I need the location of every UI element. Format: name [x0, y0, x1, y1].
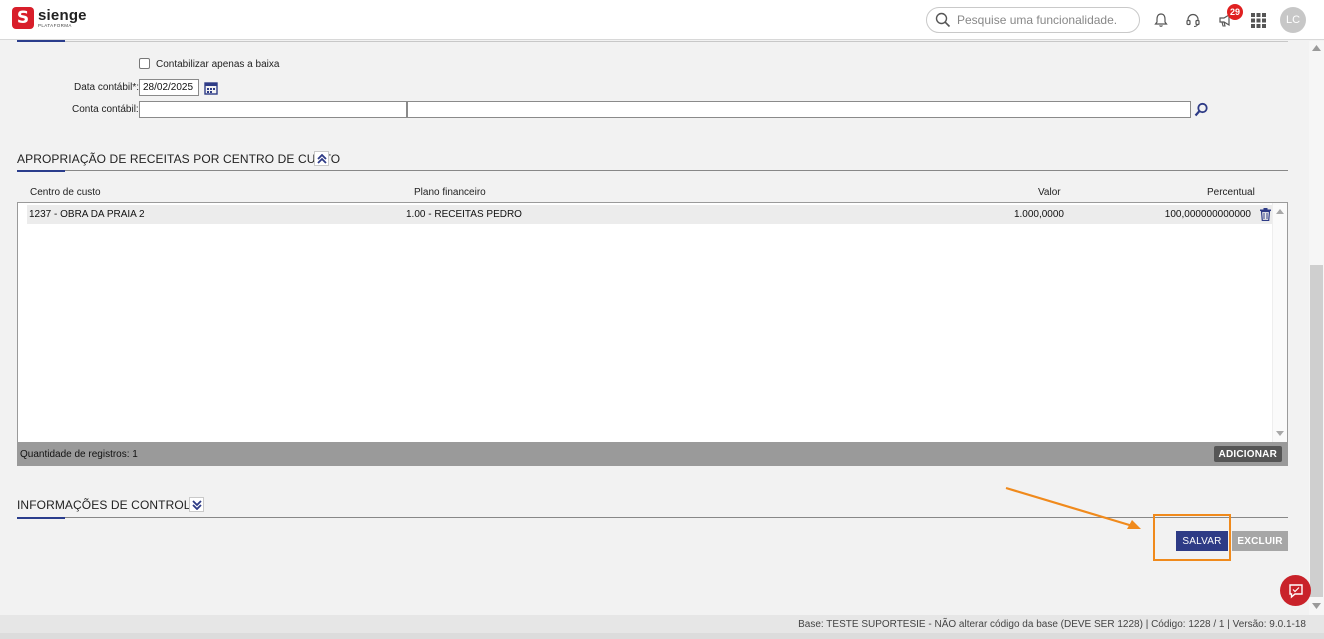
cell-centro-custo: 1237 - OBRA DA PRAIA 2: [29, 209, 145, 220]
logo-subtitle: PLATAFORMA: [38, 22, 72, 28]
record-count: Quantidade de registros: 1: [20, 449, 138, 460]
notification-badge: 29: [1227, 4, 1243, 20]
collapse-up-icon[interactable]: [314, 151, 329, 166]
base-info-text: Base: TESTE SUPORTESIE - NÃO alterar cód…: [798, 619, 1306, 630]
page-scrollbar[interactable]: [1309, 41, 1324, 615]
search-icon: [935, 12, 951, 28]
calendar-icon[interactable]: [203, 80, 218, 95]
adicionar-button[interactable]: ADICIONAR: [1213, 446, 1282, 462]
top-bar: S sienge PLATAFORMA 29 LC: [0, 0, 1324, 40]
grid-scroll-up-icon[interactable]: [1276, 209, 1284, 214]
apropriacao-section-title: APROPRIAÇÃO DE RECEITAS POR CENTRO DE CU…: [17, 152, 341, 166]
conta-contabil-description-input[interactable]: [407, 101, 1191, 118]
data-contabil-label: Data contábil*:: [74, 82, 140, 93]
column-header-plano-financeiro[interactable]: Plano financeiro: [414, 187, 486, 198]
data-contabil-input[interactable]: 28/02/2025: [139, 79, 199, 96]
table-row[interactable]: 1237 - OBRA DA PRAIA 2 1.00 - RECEITAS P…: [27, 205, 1274, 224]
grid-scroll-down-icon[interactable]: [1276, 431, 1284, 436]
expand-down-icon[interactable]: [189, 497, 204, 512]
contabilizar-baixa-label: Contabilizar apenas a baixa: [156, 59, 280, 70]
contabilizar-baixa-checkbox[interactable]: [139, 58, 150, 69]
conta-contabil-label: Conta contábil:: [72, 104, 139, 115]
column-header-centro-custo[interactable]: Centro de custo: [30, 187, 101, 198]
salvar-button[interactable]: SALVAR: [1176, 531, 1228, 551]
scroll-down-arrow-icon[interactable]: [1312, 603, 1321, 609]
cell-percentual: 100,000000000000: [1164, 209, 1251, 220]
apropriacao-grid: 1237 - OBRA DA PRAIA 2 1.00 - RECEITAS P…: [17, 202, 1288, 443]
cell-valor: 1.000,0000: [1013, 209, 1064, 220]
section-divider: [17, 170, 1288, 171]
section-accent: [17, 40, 65, 42]
excluir-button[interactable]: EXCLUIR: [1232, 531, 1288, 551]
search-input[interactable]: [957, 13, 1132, 27]
headset-icon[interactable]: [1184, 11, 1202, 29]
cell-plano-financeiro: 1.00 - RECEITAS PEDRO: [406, 209, 522, 220]
controle-section-title: INFORMAÇÕES DE CONTROLE: [17, 498, 199, 512]
column-header-percentual[interactable]: Percentual: [1207, 187, 1255, 198]
grid-footer: Quantidade de registros: 1 ADICIONAR: [17, 443, 1288, 466]
search-box[interactable]: [926, 7, 1140, 33]
status-footer: Base: TESTE SUPORTESIE - NÃO alterar cód…: [0, 615, 1324, 633]
section-accent: [17, 170, 65, 172]
trash-icon[interactable]: [1260, 208, 1271, 224]
scroll-up-arrow-icon[interactable]: [1312, 45, 1321, 51]
chat-icon: [1288, 583, 1303, 599]
section-accent: [17, 517, 65, 519]
page-scrollbar-thumb[interactable]: [1310, 265, 1323, 597]
apps-grid-icon[interactable]: [1249, 11, 1267, 29]
grid-scrollbar[interactable]: [1272, 203, 1287, 442]
chat-help-button[interactable]: [1280, 575, 1311, 606]
search-conta-icon[interactable]: [1193, 101, 1210, 118]
bell-icon[interactable]: [1152, 11, 1170, 29]
sienge-logo[interactable]: S sienge PLATAFORMA: [12, 7, 87, 29]
annotation-arrow: [1005, 486, 1141, 529]
section-divider: [17, 41, 1288, 42]
conta-contabil-code-input[interactable]: [139, 101, 407, 118]
sienge-logo-mark: S: [12, 7, 34, 29]
user-avatar[interactable]: LC: [1280, 7, 1306, 33]
logo-name: sienge: [38, 6, 87, 24]
bottom-strip: [0, 633, 1324, 639]
column-header-valor[interactable]: Valor: [1038, 187, 1061, 198]
